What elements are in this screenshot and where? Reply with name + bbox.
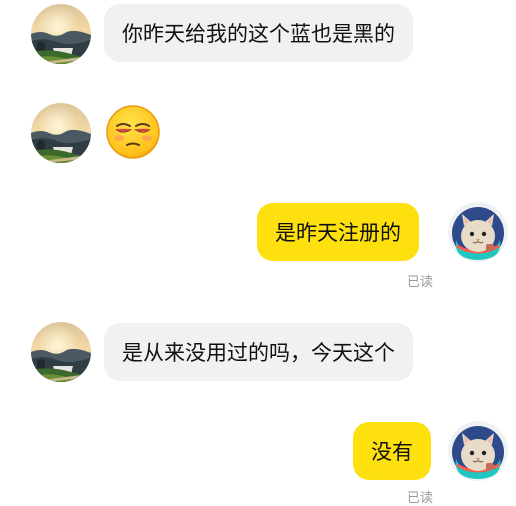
read-status: 已读: [407, 490, 434, 505]
message-text: 是从来没用过的吗，今天这个: [122, 341, 395, 365]
own-avatar[interactable]: [448, 421, 508, 481]
landscape-sunset-avatar-icon: [31, 322, 91, 382]
contact-avatar[interactable]: [31, 103, 91, 163]
message-bubble-outgoing[interactable]: 是昨天注册的: [257, 203, 419, 261]
contact-avatar[interactable]: [31, 4, 91, 64]
landscape-sunset-avatar-icon: [31, 4, 91, 64]
emoji-message[interactable]: [105, 104, 161, 160]
message-text: 没有: [371, 440, 413, 464]
message-bubble-incoming[interactable]: 是从来没用过的吗，今天这个: [104, 323, 413, 381]
contact-avatar[interactable]: [31, 322, 91, 382]
cartoon-cat-avatar-icon: [448, 202, 508, 262]
message-text: 是昨天注册的: [275, 221, 401, 245]
cartoon-cat-avatar-icon: [448, 421, 508, 481]
unamused-face-emoji-icon: [106, 105, 160, 159]
message-text: 你昨天给我的这个蓝也是黑的: [122, 22, 395, 46]
read-status: 已读: [407, 274, 434, 289]
message-bubble-incoming[interactable]: 你昨天给我的这个蓝也是黑的: [104, 4, 413, 62]
message-bubble-outgoing[interactable]: 没有: [353, 422, 431, 480]
own-avatar[interactable]: [448, 202, 508, 262]
landscape-sunset-avatar-icon: [31, 103, 91, 163]
